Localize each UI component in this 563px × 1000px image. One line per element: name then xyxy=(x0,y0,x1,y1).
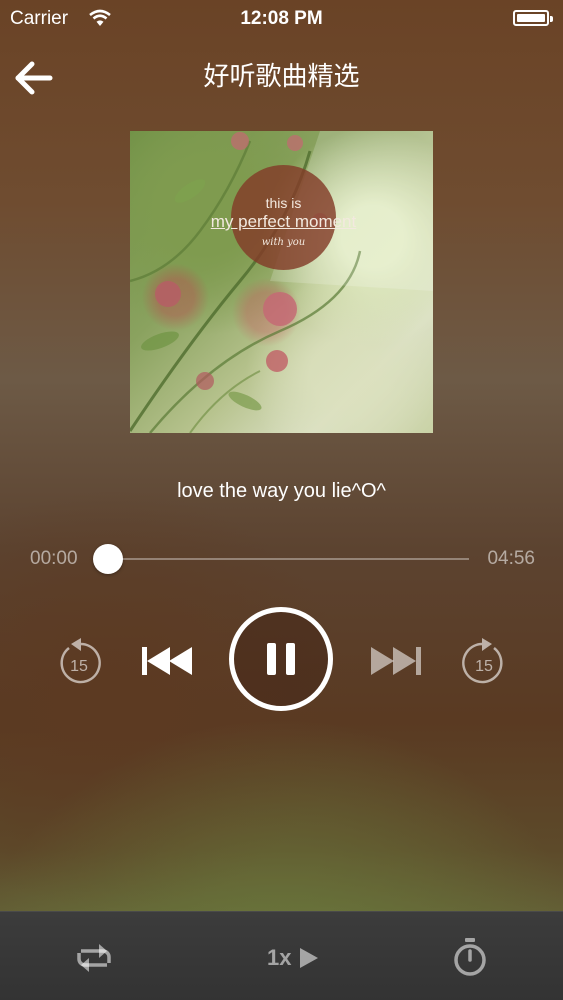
rewind-15-button[interactable]: 15 xyxy=(55,636,103,686)
skip-previous-icon xyxy=(142,647,192,675)
forward-seconds-label: 15 xyxy=(475,658,493,675)
rewind-15-icon: 15 xyxy=(60,638,101,684)
status-time: 12:08 PM xyxy=(240,8,323,29)
progress-thumb[interactable] xyxy=(93,544,123,574)
battery-icon xyxy=(513,10,553,26)
playback-speed-button[interactable]: 1x xyxy=(262,942,324,976)
status-bar: Carrier 12:08 PM xyxy=(0,0,563,38)
progress-track[interactable] xyxy=(96,558,469,560)
pause-button[interactable] xyxy=(229,607,333,711)
album-badge: this is my perfect moment with you xyxy=(211,165,356,270)
album-artwork: this is my perfect moment with you xyxy=(130,131,433,433)
previous-button[interactable] xyxy=(142,645,194,677)
repeat-icon[interactable] xyxy=(73,941,115,975)
skip-next-icon xyxy=(371,647,421,675)
rewind-seconds-label: 15 xyxy=(70,658,88,675)
album-text-line3: with you xyxy=(261,237,306,248)
stopwatch-icon[interactable] xyxy=(451,937,489,977)
forward-15-button[interactable]: 15 xyxy=(460,636,508,686)
battery-tip xyxy=(550,16,553,22)
play-arrow-icon xyxy=(300,948,318,968)
pause-icon xyxy=(267,643,295,675)
duration-time: 04:56 xyxy=(487,548,535,569)
music-player-screen: Carrier 12:08 PM 好听歌曲精选 this is my perfe… xyxy=(0,0,563,1000)
battery-level xyxy=(517,14,545,22)
bottom-toolbar: 1x xyxy=(0,911,563,1000)
page-title: 好听歌曲精选 xyxy=(203,61,360,91)
elapsed-time: 00:00 xyxy=(30,548,78,569)
speed-label: 1x xyxy=(267,945,292,970)
album-text-line2: my perfect moment xyxy=(210,212,357,231)
song-title: love the way you lie^O^ xyxy=(177,480,386,502)
forward-15-icon: 15 xyxy=(462,638,503,684)
album-text-line1: this is xyxy=(265,195,302,211)
next-button[interactable] xyxy=(369,645,421,677)
